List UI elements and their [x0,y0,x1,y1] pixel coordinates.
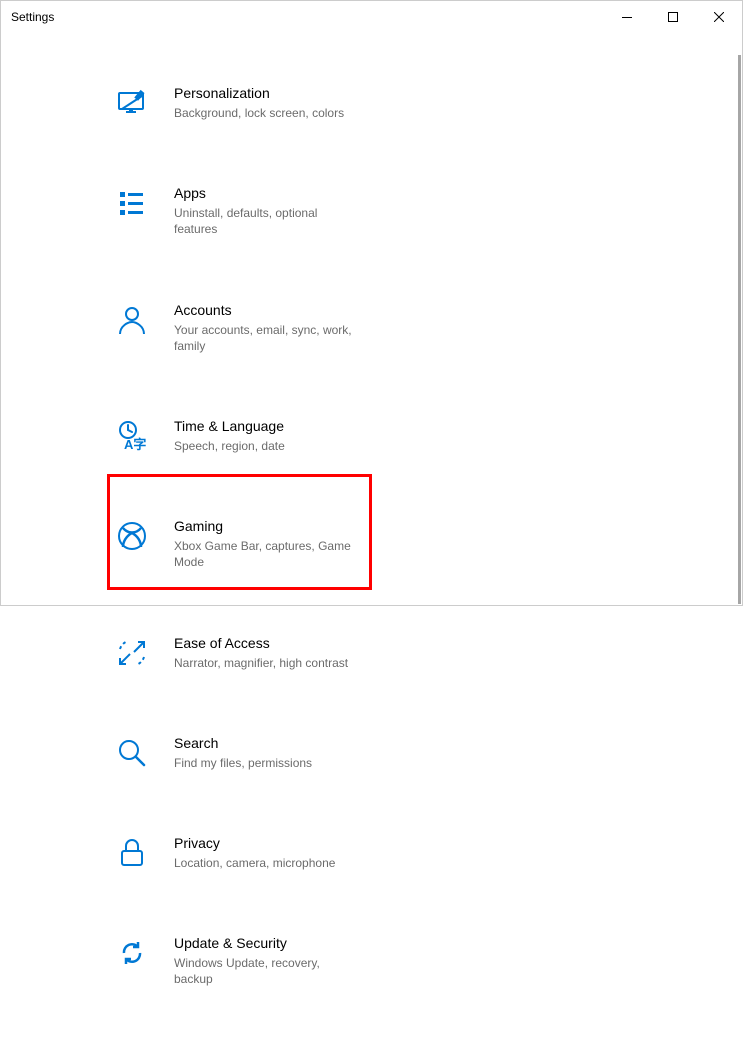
tile-title: Accounts [174,302,361,318]
tile-title: Ease of Access [174,635,361,651]
tile-text: Personalization Background, lock screen,… [174,85,381,121]
tile-text: Apps Uninstall, defaults, optional featu… [174,185,381,237]
tile-text: Ease of Access Narrator, magnifier, high… [174,635,381,671]
category-personalization[interactable]: Personalization Background, lock screen,… [116,73,381,133]
tile-title: Gaming [174,518,361,534]
ease-of-access-icon [116,637,154,669]
tile-title: Privacy [174,835,361,851]
tile-desc: Find my files, permissions [174,755,361,771]
tile-title: Update & Security [174,935,361,951]
maximize-button[interactable] [650,1,696,33]
tile-desc: Uninstall, defaults, optional features [174,205,361,237]
tile-title: Personalization [174,85,361,101]
tile-desc: Xbox Game Bar, captures, Game Mode [174,538,361,570]
tile-desc: Your accounts, email, sync, work, family [174,322,361,354]
category-ease-of-access[interactable]: Ease of Access Narrator, magnifier, high… [116,623,381,683]
category-privacy[interactable]: Privacy Location, camera, microphone [116,823,381,883]
category-accounts[interactable]: Accounts Your accounts, email, sync, wor… [116,290,381,366]
tile-text: Time & Language Speech, region, date [174,418,381,454]
tile-text: Update & Security Windows Update, recove… [174,935,381,987]
tile-desc: Background, lock screen, colors [174,105,361,121]
tile-text: Search Find my files, permissions [174,735,381,771]
close-button[interactable] [696,1,742,33]
tile-title: Apps [174,185,361,201]
tile-desc: Narrator, magnifier, high contrast [174,655,361,671]
tile-title: Time & Language [174,418,361,434]
settings-grid: Personalization Background, lock screen,… [1,33,742,1059]
scrollbar[interactable] [738,55,741,604]
minimize-icon [622,17,632,18]
tile-text: Accounts Your accounts, email, sync, wor… [174,302,381,354]
close-icon [714,12,724,22]
window-title: Settings [11,10,54,24]
svg-text:A字: A字 [124,437,146,452]
category-search[interactable]: Search Find my files, permissions [116,723,381,783]
tile-desc: Speech, region, date [174,438,361,454]
search-icon [116,737,154,769]
apps-icon [116,187,154,219]
tile-desc: Location, camera, microphone [174,855,361,871]
tile-text: Gaming Xbox Game Bar, captures, Game Mod… [174,518,381,570]
tile-desc: Windows Update, recovery, backup [174,955,361,987]
time-language-icon: A字 [116,420,154,452]
category-time-language[interactable]: A字 Time & Language Speech, region, date [116,406,381,466]
window-controls [604,1,742,33]
personalization-icon [116,87,154,119]
maximize-icon [668,12,678,22]
category-update-security[interactable]: Update & Security Windows Update, recove… [116,923,381,999]
minimize-button[interactable] [604,1,650,33]
update-security-icon [116,937,154,969]
gaming-icon [116,520,154,552]
tile-title: Search [174,735,361,751]
category-gaming[interactable]: Gaming Xbox Game Bar, captures, Game Mod… [116,506,381,582]
accounts-icon [116,304,154,336]
category-apps[interactable]: Apps Uninstall, defaults, optional featu… [116,173,381,249]
tile-text: Privacy Location, camera, microphone [174,835,381,871]
privacy-icon [116,837,154,869]
